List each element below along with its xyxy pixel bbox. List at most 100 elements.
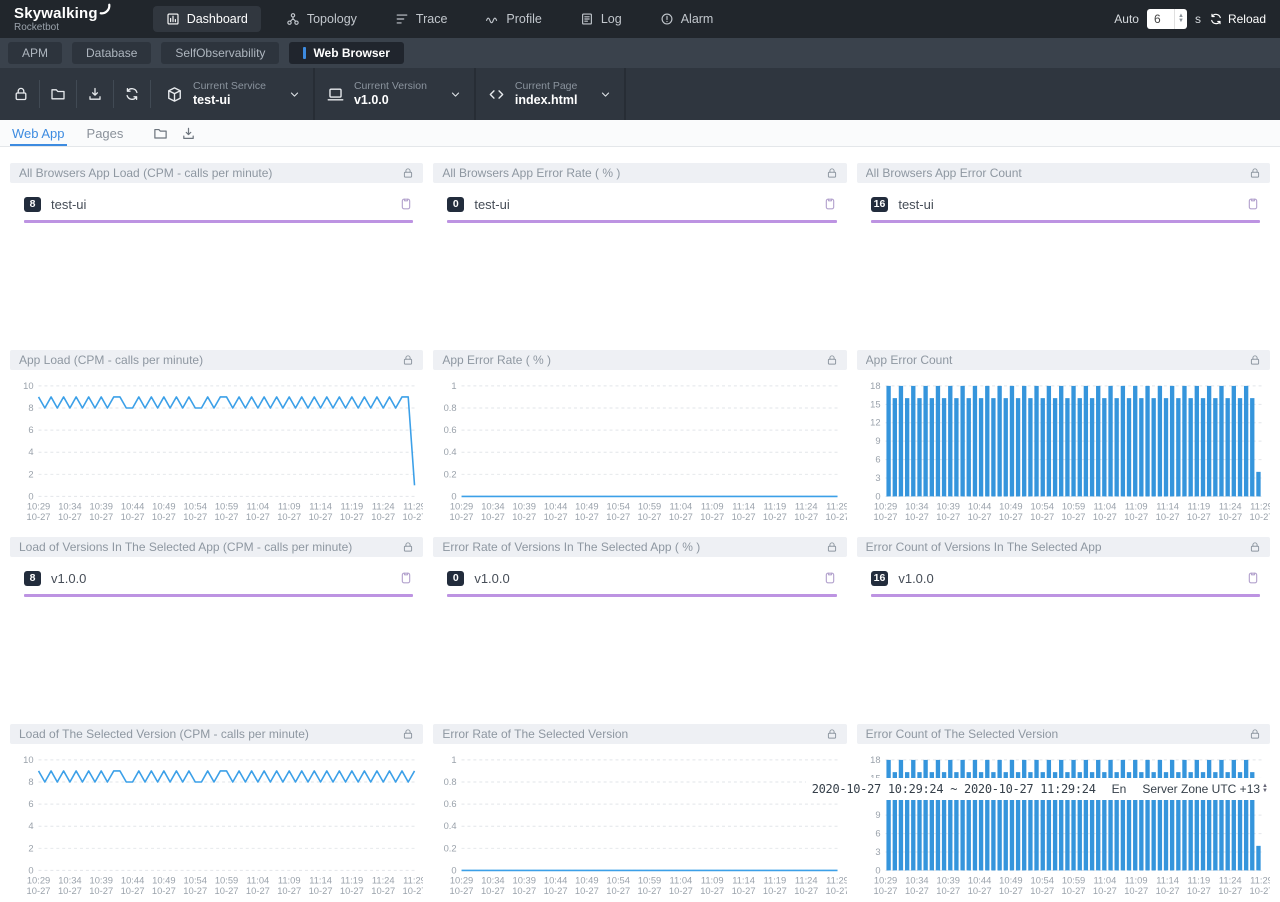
- lock-icon[interactable]: [826, 541, 838, 553]
- svg-text:0.8: 0.8: [444, 777, 457, 787]
- reload-button[interactable]: Reload: [1209, 12, 1266, 26]
- language-toggle[interactable]: En: [1112, 782, 1127, 796]
- svg-text:10-27: 10-27: [27, 886, 51, 896]
- import-template-button[interactable]: [43, 68, 73, 120]
- nav-item-alarm[interactable]: Alarm: [647, 6, 727, 32]
- lock-icon[interactable]: [1249, 354, 1261, 366]
- svg-text:10-27: 10-27: [1249, 886, 1270, 896]
- metric-label: v1.0.0: [51, 571, 399, 586]
- metric-row[interactable]: 8 v1.0.0: [10, 567, 423, 589]
- app-logo[interactable]: Skywalking Rocketbot: [14, 6, 111, 33]
- auto-unit-label: s: [1195, 12, 1201, 26]
- svg-text:10-27: 10-27: [121, 886, 145, 896]
- nav-item-dashboard[interactable]: Dashboard: [153, 6, 261, 32]
- bar-chart-app-error-count[interactable]: 036912151810:2910-2710:3410-2710:3910-27…: [857, 378, 1270, 528]
- svg-text:10-27: 10-27: [246, 886, 270, 896]
- time-range-picker[interactable]: 2020-10-27 10:29:24 ~ 2020-10-27 11:29:2…: [812, 782, 1096, 796]
- card-header: Error Count of The Selected Version: [857, 724, 1270, 744]
- module-tab-database[interactable]: Database: [72, 42, 151, 64]
- current-service-selector[interactable]: Current Service test-ui: [154, 68, 313, 120]
- lock-icon[interactable]: [1249, 167, 1261, 179]
- line-chart-app-error-rate[interactable]: 00.20.40.60.8110:2910-2710:3410-2710:391…: [433, 378, 846, 528]
- reload-label: Reload: [1228, 12, 1266, 26]
- svg-text:1: 1: [452, 381, 457, 391]
- copy-icon[interactable]: [1246, 571, 1260, 585]
- lock-icon[interactable]: [402, 167, 414, 179]
- tab-pages[interactable]: Pages: [87, 120, 124, 146]
- nav-item-profile[interactable]: Profile: [472, 6, 554, 32]
- line-chart-error-rate-selected-version[interactable]: 00.20.40.60.8110:2910-2710:3410-2710:391…: [433, 752, 846, 902]
- card-error-count-of-versions: Error Count of Versions In The Selected …: [857, 537, 1270, 715]
- lock-template-button[interactable]: [6, 68, 36, 120]
- lock-icon[interactable]: [402, 728, 414, 740]
- svg-text:0: 0: [28, 865, 33, 875]
- export-template-button[interactable]: [80, 68, 110, 120]
- lock-icon[interactable]: [826, 354, 838, 366]
- bar-chart-error-count-selected-version[interactable]: 036912151810:2910-2710:3410-2710:3910-27…: [857, 752, 1270, 902]
- alarm-icon: [660, 12, 674, 26]
- module-tab-apm[interactable]: APM: [8, 42, 62, 64]
- card-title: Load of Versions In The Selected App (CP…: [19, 540, 402, 554]
- metric-row[interactable]: 0 v1.0.0: [433, 567, 846, 589]
- copy-icon[interactable]: [1246, 197, 1260, 211]
- svg-text:11:19: 11:19: [340, 875, 363, 885]
- current-version-selector[interactable]: Current Version v1.0.0: [315, 68, 474, 120]
- svg-text:10-27: 10-27: [763, 512, 787, 522]
- svg-text:10-27: 10-27: [607, 886, 631, 896]
- svg-text:15: 15: [870, 399, 880, 409]
- selector-value: v1.0.0: [354, 93, 427, 109]
- module-tab-web-browser[interactable]: Web Browser: [289, 42, 403, 64]
- server-zone-stepper[interactable]: ▲▼: [1262, 784, 1268, 794]
- lock-icon[interactable]: [1249, 728, 1261, 740]
- copy-icon[interactable]: [823, 571, 837, 585]
- download-icon[interactable]: [181, 126, 196, 141]
- svg-text:10:29: 10:29: [450, 875, 473, 885]
- svg-text:10-27: 10-27: [967, 886, 991, 896]
- line-chart-app-load[interactable]: 024681010:2910-2710:3410-2710:3910-2710:…: [10, 378, 423, 528]
- metric-row[interactable]: 0 test-ui: [433, 193, 846, 215]
- lock-icon[interactable]: [826, 728, 838, 740]
- svg-text:10-27: 10-27: [215, 512, 239, 522]
- nav-item-trace[interactable]: Trace: [382, 6, 461, 32]
- tab-web-app[interactable]: Web App: [12, 120, 65, 146]
- toolbar-divider: [39, 80, 40, 108]
- nav-item-log[interactable]: Log: [567, 6, 635, 32]
- svg-text:10-27: 10-27: [58, 512, 82, 522]
- sync-button[interactable]: [117, 68, 147, 120]
- server-zone-control[interactable]: Server Zone UTC + 13 ▲▼: [1142, 782, 1268, 796]
- svg-text:10:44: 10:44: [121, 875, 144, 885]
- svg-text:11:19: 11:19: [764, 501, 787, 511]
- svg-text:10:39: 10:39: [513, 501, 536, 511]
- card-error-rate-of-versions: Error Rate of Versions In The Selected A…: [433, 537, 846, 715]
- copy-icon[interactable]: [399, 197, 413, 211]
- svg-text:11:24: 11:24: [1219, 501, 1242, 511]
- svg-text:9: 9: [875, 810, 880, 820]
- svg-text:10-27: 10-27: [575, 512, 599, 522]
- svg-text:10-27: 10-27: [905, 886, 929, 896]
- svg-text:10:39: 10:39: [936, 875, 959, 885]
- lock-icon[interactable]: [1249, 541, 1261, 553]
- folder-icon[interactable]: [153, 126, 168, 141]
- toolbar-divider: [150, 80, 151, 108]
- svg-text:10-27: 10-27: [152, 886, 176, 896]
- card-error-count-selected-version-chart: Error Count of The Selected Version 0369…: [857, 724, 1270, 902]
- metric-row[interactable]: 16 v1.0.0: [857, 567, 1270, 589]
- lock-icon[interactable]: [826, 167, 838, 179]
- copy-icon[interactable]: [823, 197, 837, 211]
- copy-icon[interactable]: [399, 571, 413, 585]
- current-page-selector[interactable]: Current Page index.html: [476, 68, 625, 120]
- lock-icon[interactable]: [402, 541, 414, 553]
- lock-icon[interactable]: [402, 354, 414, 366]
- metric-row[interactable]: 16 test-ui: [857, 193, 1270, 215]
- auto-refresh-input[interactable]: 6 ▲▼: [1147, 9, 1187, 29]
- metric-row[interactable]: 8 test-ui: [10, 193, 423, 215]
- auto-refresh-stepper[interactable]: ▲▼: [1174, 9, 1187, 29]
- line-chart-load-selected-version[interactable]: 024681010:2910-2710:3410-2710:3910-2710:…: [10, 752, 423, 902]
- metric-progress-bar: [447, 220, 836, 223]
- metric-label: test-ui: [474, 197, 822, 212]
- svg-text:10: 10: [23, 381, 33, 391]
- nav-item-topology[interactable]: Topology: [273, 6, 370, 32]
- main-nav: Dashboard Topology Trace Profile Log Ala…: [153, 6, 727, 32]
- module-tab-selfobservability[interactable]: SelfObservability: [161, 42, 279, 64]
- svg-text:10:29: 10:29: [27, 875, 50, 885]
